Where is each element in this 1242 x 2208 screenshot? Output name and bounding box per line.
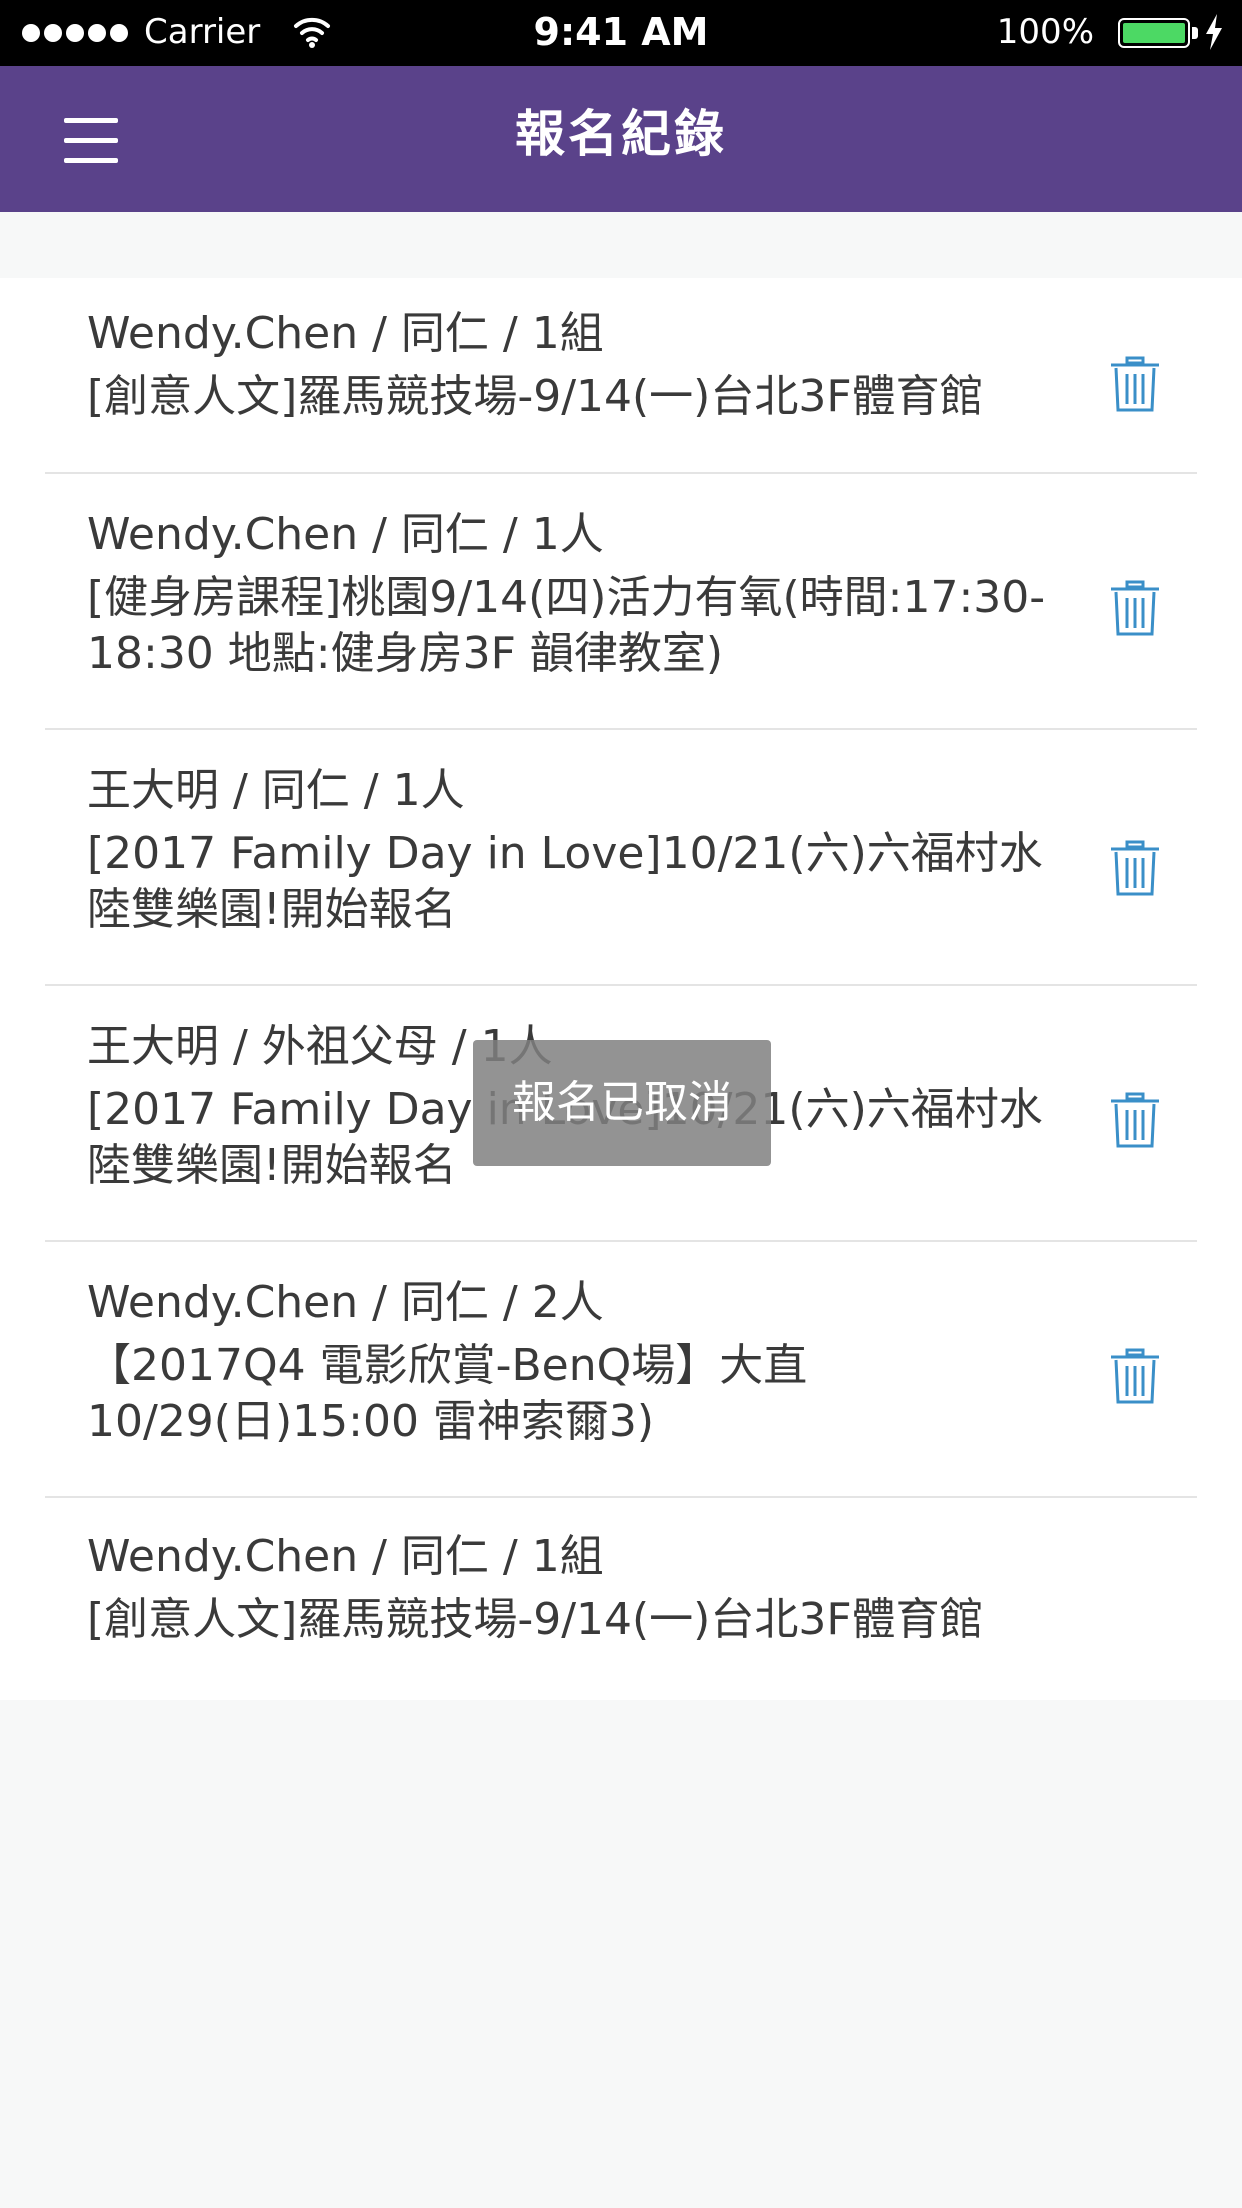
record-title: [創意人文]羅馬競技場-9/14(一)台北3F體育館 [87, 371, 984, 422]
record-meta: Wendy.Chen / 同仁 / 1組 [87, 308, 604, 359]
record-meta: Wendy.Chen / 同仁 / 1組 [87, 1531, 604, 1582]
record-meta: 王大明 / 同仁 / 1人 [87, 765, 465, 816]
record-title: [2017 Family Day in Love]10/21(六)六福村水陸雙樂… [87, 828, 1043, 935]
trash-icon[interactable] [1109, 1348, 1161, 1404]
battery-tip [1192, 27, 1198, 39]
record-meta: Wendy.Chen / 同仁 / 1人 [87, 509, 604, 560]
record-title: [健身房課程]桃園9/14(四)活力有氧(時間:17:30-18:30 地點:健… [87, 572, 1046, 679]
list-item[interactable]: 王大明 / 同仁 / 1人 [2017 Family Day in Love]1… [45, 730, 1197, 986]
list-item[interactable]: Wendy.Chen / 同仁 / 1組 [創意人文]羅馬競技場-9/14(一)… [45, 278, 1197, 474]
list-item[interactable]: Wendy.Chen / 同仁 / 1組 [創意人文]羅馬競技場-9/14(一)… [45, 1498, 1197, 1700]
battery-percentage: 100% [996, 12, 1094, 52]
cancel-success-toast: 報名已取消 [473, 1040, 771, 1166]
trash-icon[interactable] [1109, 580, 1161, 636]
registration-record-list: Wendy.Chen / 同仁 / 1組 [創意人文]羅馬競技場-9/14(一)… [0, 278, 1242, 1700]
battery-icon [1118, 18, 1190, 48]
charging-bolt-icon [1206, 14, 1222, 50]
trash-icon[interactable] [1109, 840, 1161, 896]
record-meta: Wendy.Chen / 同仁 / 2人 [87, 1277, 604, 1328]
list-item[interactable]: Wendy.Chen / 同仁 / 1人 [健身房課程]桃園9/14(四)活力有… [45, 474, 1197, 730]
page-title: 報名紀錄 [515, 105, 727, 163]
trash-icon[interactable] [1109, 1092, 1161, 1148]
list-item[interactable]: Wendy.Chen / 同仁 / 2人 【2017Q4 電影欣賞-BenQ場】… [45, 1242, 1197, 1498]
record-title: 【2017Q4 電影欣賞-BenQ場】大直10/29(日)15:00 雷神索爾3… [87, 1340, 808, 1447]
record-title: [創意人文]羅馬競技場-9/14(一)台北3F體育館 [87, 1594, 984, 1645]
navigation-bar: 報名紀錄 [0, 66, 1242, 212]
trash-icon[interactable] [1109, 356, 1161, 412]
status-bar: Carrier 9:41 AM 100% [0, 0, 1242, 66]
